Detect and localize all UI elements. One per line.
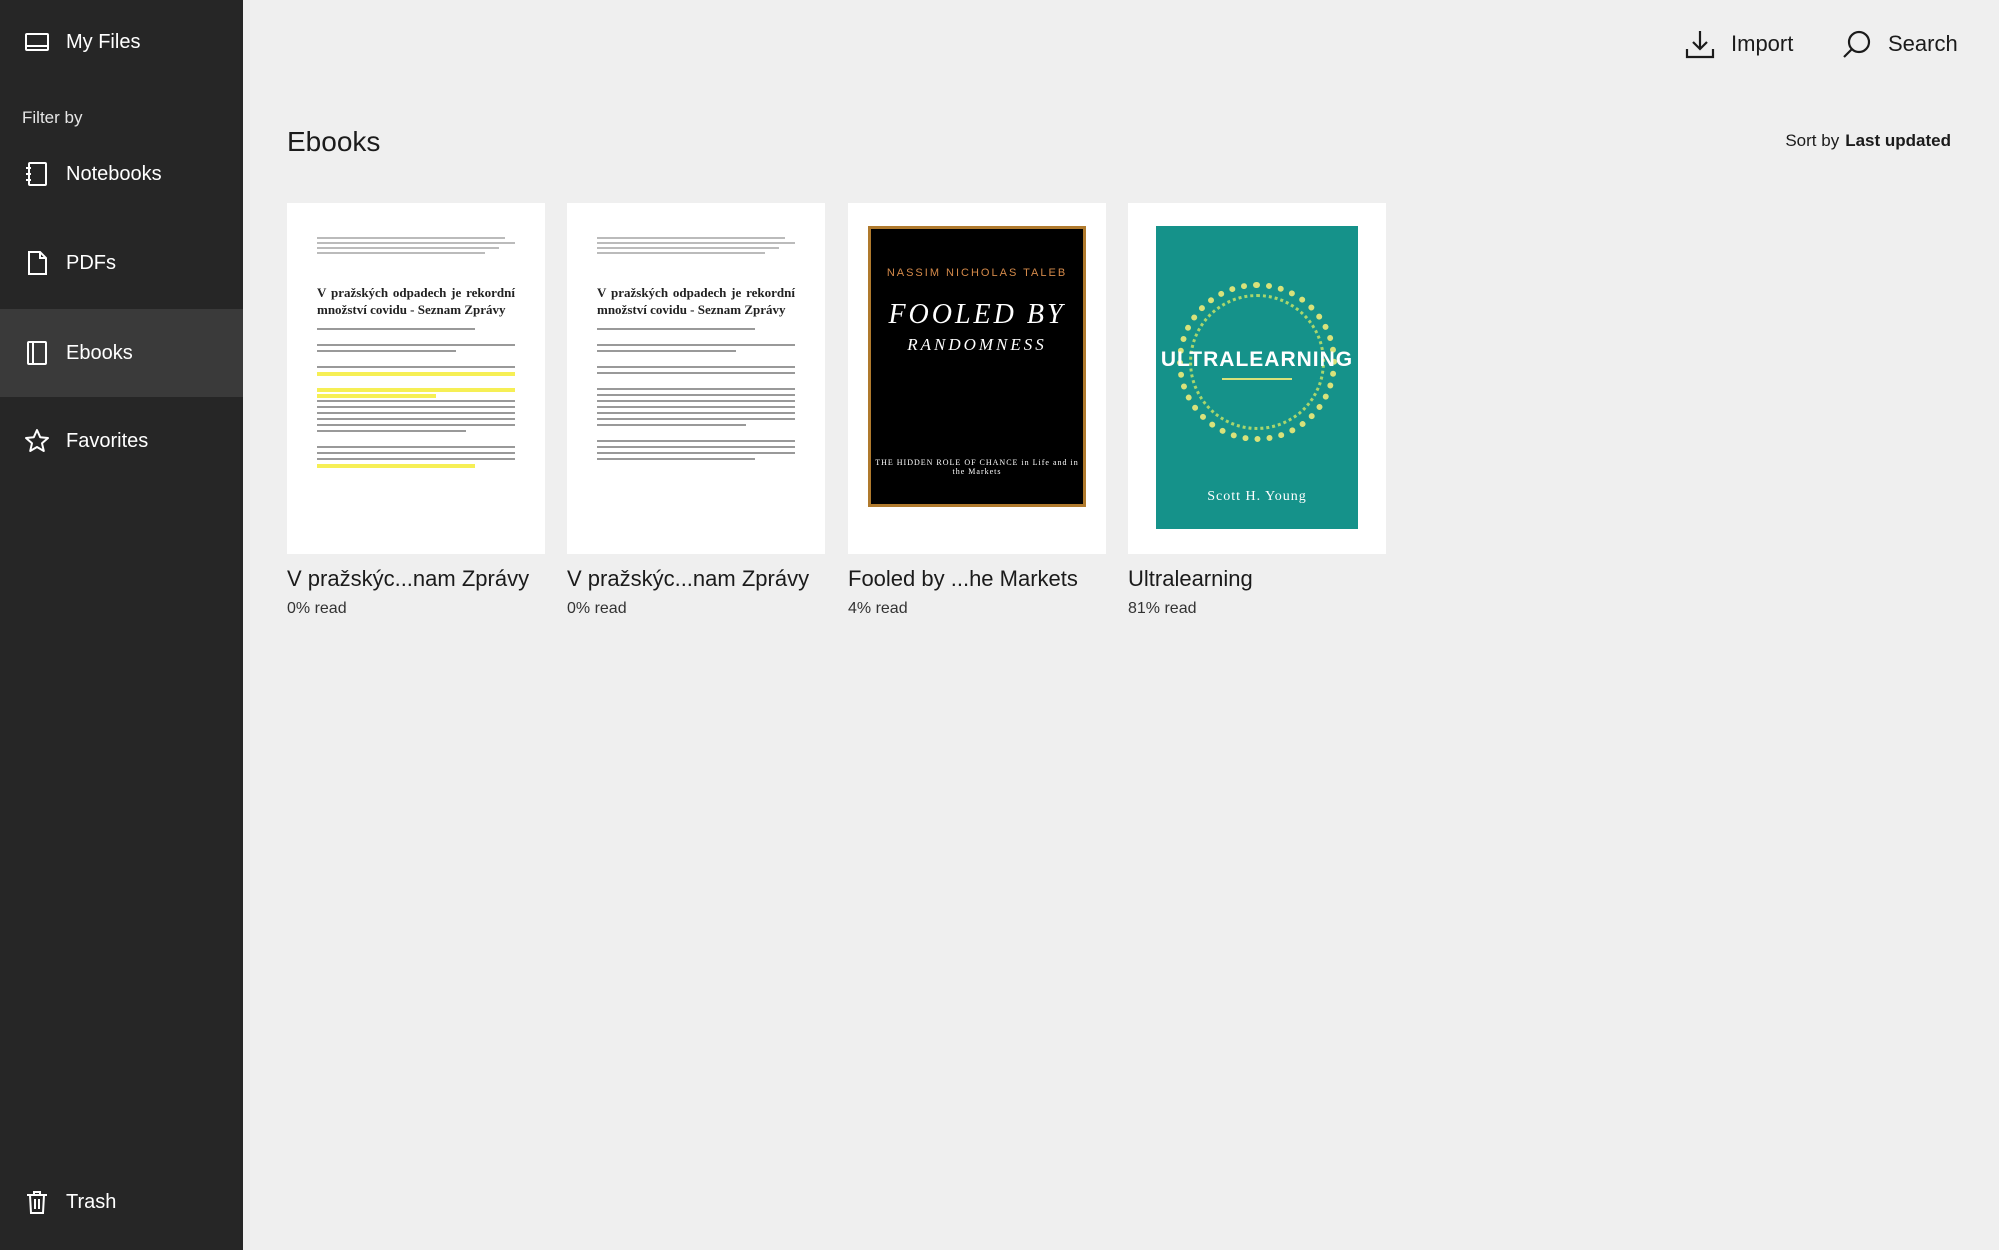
cover-title: ULTRALEARNING xyxy=(1160,348,1354,371)
search-icon xyxy=(1840,27,1874,61)
document-thumbnail: V pražských odpadech je rekordní množstv… xyxy=(597,237,795,464)
star-icon xyxy=(22,426,52,456)
ebook-icon xyxy=(22,338,52,368)
book-title: V pražskýc...nam Zprávy xyxy=(287,566,530,591)
sidebar-item-my-files[interactable]: My Files xyxy=(0,0,243,84)
sidebar: My Files Filter by Notebooks PDFs Ebooks… xyxy=(0,0,243,1250)
ultralearning-cover: ULTRALEARNING Scott H. Young xyxy=(1156,226,1358,529)
book-progress: 0% read xyxy=(567,600,627,617)
sort-label: Sort by xyxy=(1785,131,1840,150)
search-button[interactable]: Search xyxy=(1840,24,1958,64)
sidebar-item-ebooks[interactable]: Ebooks xyxy=(0,309,243,397)
book-card[interactable]: V pražských odpadech je rekordní množstv… xyxy=(567,203,825,618)
sidebar-item-label: Favorites xyxy=(66,429,149,452)
cover-heading: V pražských odpadech je rekordní množstv… xyxy=(597,285,795,317)
cover-subtitle: THE HIDDEN ROLE OF CHANCE in Life and in… xyxy=(875,458,1079,476)
sidebar-item-label: Trash xyxy=(66,1190,117,1213)
book-title: Ultralearning xyxy=(1128,566,1253,591)
book-cover: V pražských odpadech je rekordní množstv… xyxy=(287,203,545,554)
filter-by-label: Filter by xyxy=(22,108,83,127)
trash-icon xyxy=(22,1187,52,1217)
sidebar-item-notebooks[interactable]: Notebooks xyxy=(0,130,243,218)
book-progress: 4% read xyxy=(848,600,908,617)
book-title: Fooled by ...he Markets xyxy=(848,566,1078,591)
book-progress: 0% read xyxy=(287,600,347,617)
sidebar-item-pdfs[interactable]: PDFs xyxy=(0,219,243,307)
sidebar-item-trash[interactable]: Trash xyxy=(0,1158,243,1246)
sidebar-item-label: PDFs xyxy=(66,251,116,274)
import-label: Import xyxy=(1731,31,1794,56)
fooled-cover: NASSIM NICHOLAS TALEB FOOLED BY RANDOMNE… xyxy=(868,226,1086,507)
book-cover: ULTRALEARNING Scott H. Young xyxy=(1128,203,1386,554)
import-button[interactable]: Import xyxy=(1683,24,1793,64)
sidebar-item-favorites[interactable]: Favorites xyxy=(0,397,243,485)
page-title: Ebooks xyxy=(287,126,381,157)
notebook-icon xyxy=(22,159,52,189)
sort-control[interactable]: Sort by Last updated xyxy=(1785,131,1951,151)
sort-value: Last updated xyxy=(1845,131,1951,150)
cover-author: Scott H. Young xyxy=(1207,489,1307,504)
cover-heading: V pražských odpadech je rekordní množstv… xyxy=(317,285,515,317)
cover-rule xyxy=(1222,378,1292,380)
tablet-icon xyxy=(22,27,52,57)
search-label: Search xyxy=(1888,31,1958,56)
pdf-icon xyxy=(22,248,52,278)
book-card[interactable]: ULTRALEARNING Scott H. Young Ultralearni… xyxy=(1128,203,1386,618)
book-card[interactable]: NASSIM NICHOLAS TALEB FOOLED BY RANDOMNE… xyxy=(848,203,1106,618)
sidebar-item-label: Notebooks xyxy=(66,162,162,185)
cover-title: FOOLED BY xyxy=(888,299,1066,330)
document-thumbnail: V pražských odpadech je rekordní množstv… xyxy=(317,237,515,470)
book-title: V pražskýc...nam Zprávy xyxy=(567,566,810,591)
cover-author: NASSIM NICHOLAS TALEB xyxy=(886,267,1068,279)
download-icon xyxy=(1683,27,1717,61)
cover-title-2: RANDOMNESS xyxy=(907,335,1047,354)
book-progress: 81% read xyxy=(1128,600,1197,617)
sidebar-item-label: My Files xyxy=(66,30,141,53)
sidebar-item-label: Ebooks xyxy=(66,341,133,364)
book-card[interactable]: V pražských odpadech je rekordní množstv… xyxy=(287,203,545,618)
book-cover: V pražských odpadech je rekordní množstv… xyxy=(567,203,825,554)
book-cover: NASSIM NICHOLAS TALEB FOOLED BY RANDOMNE… xyxy=(848,203,1106,554)
